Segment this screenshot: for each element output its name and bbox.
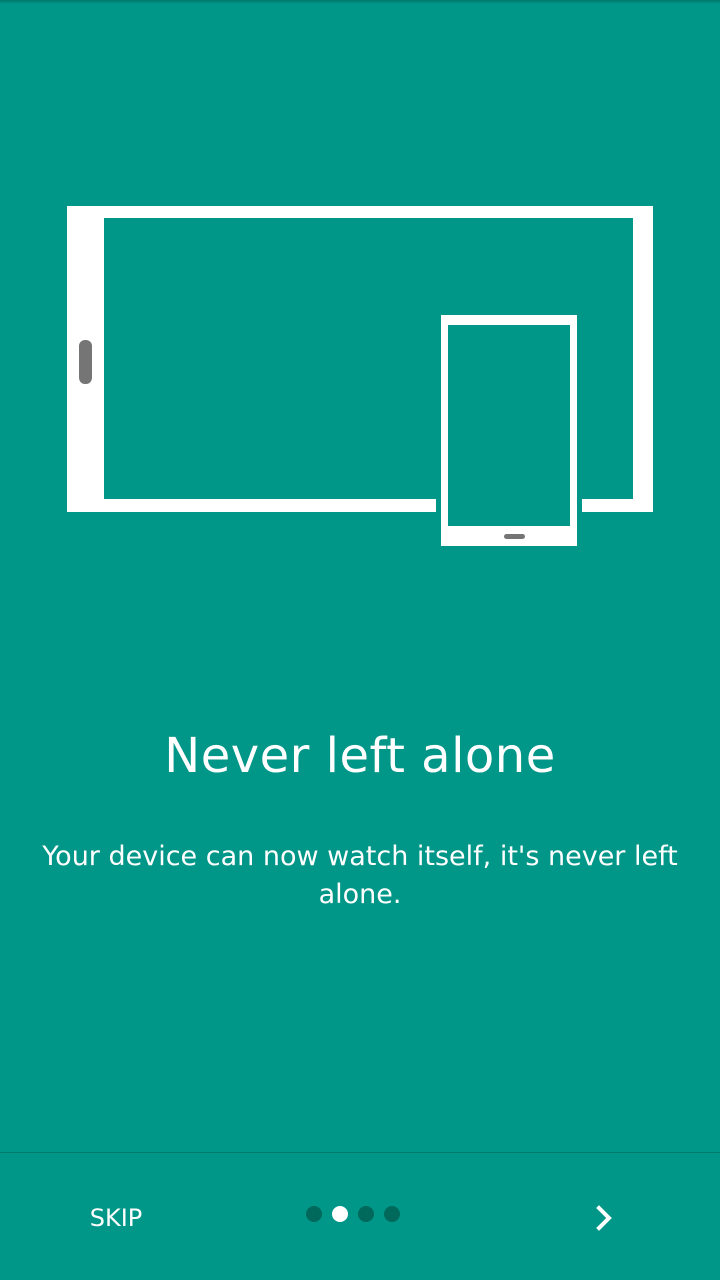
onboarding-description: Your device can now watch itself, it's n… xyxy=(42,841,678,910)
skip-button[interactable]: SKIP xyxy=(60,1188,172,1248)
phone-portrait-icon xyxy=(436,310,582,550)
page-indicator xyxy=(306,1206,400,1222)
next-button[interactable] xyxy=(574,1188,634,1248)
page-dot-1[interactable] xyxy=(306,1206,322,1222)
chevron-right-icon xyxy=(596,1205,612,1231)
page-dot-3[interactable] xyxy=(358,1206,374,1222)
devices-illustration xyxy=(67,206,653,550)
footer-divider xyxy=(0,1152,720,1153)
onboarding-title: Never left alone xyxy=(164,728,556,784)
page-dot-4[interactable] xyxy=(384,1206,400,1222)
page-dot-2-active[interactable] xyxy=(332,1206,348,1222)
